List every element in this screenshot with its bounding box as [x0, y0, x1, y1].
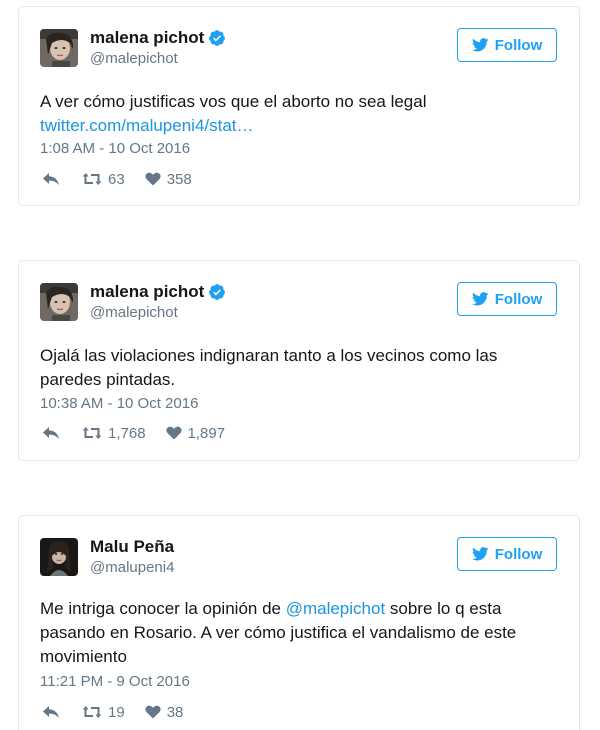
tweet-card[interactable]: malena pichot @malepichot Follow Ojalá l… [18, 260, 580, 461]
tweet-text-start: Me intriga conocer la opinión de [40, 599, 286, 618]
tweet-header: Malu Peña @malupeni4 Follow [40, 536, 559, 578]
tweet-actions: 63 358 [42, 169, 192, 189]
tweet-text-body: A ver cómo justificas vos que el aborto … [40, 92, 427, 111]
follow-label: Follow [494, 36, 543, 54]
tweet-text: Ojalá las violaciones indignaran tanto a… [40, 346, 498, 389]
heart-icon [145, 705, 161, 719]
display-name[interactable]: malena pichot [90, 282, 204, 302]
retweet-icon [82, 706, 102, 718]
author-info: malena pichot @malepichot [90, 28, 226, 70]
twitter-bird-icon [471, 38, 489, 52]
tweet-card[interactable]: Malu Peña @malupeni4 Follow Me intriga c… [18, 515, 580, 730]
handle[interactable]: @malupeni4 [90, 557, 174, 579]
like-button[interactable]: 358 [145, 171, 192, 188]
like-count: 358 [166, 170, 192, 188]
tweet-text: Me intriga conocer la opinión de @malepi… [40, 597, 555, 669]
reply-icon[interactable] [42, 705, 60, 719]
reply-icon[interactable] [42, 426, 60, 440]
tweet-actions: 19 38 [42, 702, 183, 722]
retweet-button[interactable]: 1,768 [82, 425, 146, 442]
author-info: Malu Peña @malupeni4 [90, 537, 174, 579]
timestamp[interactable]: 10:38 AM - 10 Oct 2016 [40, 395, 198, 412]
retweet-button[interactable]: 19 [82, 704, 125, 721]
handle[interactable]: @malepichot [90, 302, 226, 324]
author-info: malena pichot @malepichot [90, 282, 226, 324]
display-name[interactable]: malena pichot [90, 28, 204, 48]
mention-link[interactable]: @malepichot [286, 599, 385, 618]
retweet-button[interactable]: 63 [82, 171, 125, 188]
like-button[interactable]: 38 [145, 703, 184, 721]
tweet-text: A ver cómo justificas vos que el aborto … [40, 90, 555, 138]
timestamp[interactable]: 1:08 AM - 10 Oct 2016 [40, 140, 190, 157]
retweet-icon [82, 427, 102, 439]
follow-label: Follow [494, 290, 543, 308]
avatar[interactable] [40, 538, 78, 576]
retweet-count: 1,768 [108, 424, 146, 442]
like-button[interactable]: 1,897 [165, 424, 226, 442]
handle[interactable]: @malepichot [90, 48, 226, 70]
heart-icon [145, 172, 161, 186]
tweet-header: malena pichot @malepichot Follow [40, 27, 559, 69]
tweet-header: malena pichot @malepichot Follow [40, 281, 559, 323]
tweet-actions: 1,768 1,897 [42, 423, 225, 443]
retweet-icon [82, 173, 102, 185]
retweet-count: 63 [108, 170, 125, 188]
retweet-count: 19 [108, 703, 125, 721]
follow-button[interactable]: Follow [457, 282, 557, 316]
like-count: 1,897 [187, 424, 226, 442]
tweet-card[interactable]: malena pichot @malepichot Follow A ver c… [18, 6, 580, 206]
timestamp[interactable]: 11:21 PM - 9 Oct 2016 [40, 673, 190, 690]
heart-icon [165, 426, 182, 440]
display-name[interactable]: Malu Peña [90, 537, 174, 557]
follow-label: Follow [494, 545, 543, 563]
twitter-bird-icon [471, 547, 489, 561]
like-count: 38 [166, 703, 184, 721]
follow-button[interactable]: Follow [457, 537, 557, 571]
follow-button[interactable]: Follow [457, 28, 557, 62]
avatar[interactable] [40, 283, 78, 321]
verified-badge-icon [208, 283, 226, 301]
twitter-bird-icon [471, 292, 489, 306]
verified-badge-icon [208, 29, 226, 47]
tweet-link[interactable]: twitter.com/malupeni4/stat… [40, 116, 254, 135]
avatar[interactable] [40, 29, 78, 67]
reply-icon[interactable] [42, 172, 60, 186]
